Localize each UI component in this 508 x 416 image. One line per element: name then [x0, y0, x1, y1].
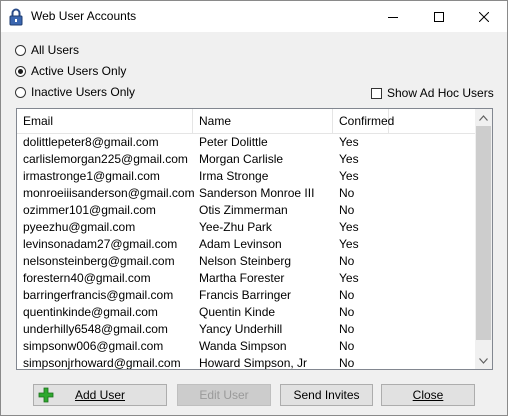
- close-button[interactable]: Close: [381, 384, 475, 406]
- email-cell: monroeiiisanderson@gmail.com: [23, 186, 195, 200]
- padlock-icon: [9, 8, 23, 26]
- table-row[interactable]: dolittlepeter8@gmail.com Peter Dolittle Ye…: [17, 134, 476, 151]
- edit-user-label: Edit User: [199, 388, 249, 402]
- email-cell: dolittlepeter8@gmail.com: [23, 135, 159, 149]
- add-user-button[interactable]: Add User: [33, 384, 167, 406]
- confirmed-cell: No: [339, 288, 355, 302]
- name-cell: Otis Zimmerman: [199, 203, 288, 217]
- scroll-thumb[interactable]: [476, 126, 491, 340]
- table-row[interactable]: barringerfrancis@gmail.com Francis Barrin…: [17, 287, 476, 304]
- checkbox-label: Show Ad Hoc Users: [387, 86, 494, 100]
- radio-circle-selected[interactable]: [15, 65, 26, 77]
- confirmed-cell: No: [339, 254, 355, 268]
- close-window-button[interactable]: [461, 1, 507, 32]
- table-row[interactable]: quentinkinde@gmail.com Quentin Kinde No: [17, 304, 476, 321]
- table-row[interactable]: underhilly6548@gmail.com Yancy Underhill N…: [17, 321, 476, 338]
- green-plus-icon: [38, 387, 54, 403]
- chevron-up-icon: [479, 114, 488, 121]
- table-row[interactable]: levinsonadam27@gmail.com Adam Levinson Yes: [17, 236, 476, 253]
- confirmed-cell: No: [339, 203, 355, 217]
- table-row[interactable]: simpsonjrhoward@gmail.com Howard Simpson,…: [17, 355, 476, 370]
- radio-circle[interactable]: [15, 86, 26, 98]
- name-cell: Quentin Kinde: [199, 305, 276, 319]
- radio-inactive-users[interactable]: Inactive Users Only: [15, 85, 135, 99]
- minimize-button[interactable]: [370, 1, 416, 32]
- name-cell: Yancy Underhill: [199, 322, 283, 336]
- column-header-confirmed[interactable]: Confirmed: [333, 109, 394, 133]
- name-cell: Francis Barringer: [199, 288, 292, 302]
- name-cell: Adam Levinson: [199, 237, 282, 251]
- close-icon: [479, 11, 489, 22]
- send-invites-button[interactable]: Send Invites: [280, 384, 373, 406]
- minimize-icon: [388, 16, 398, 18]
- email-cell: quentinkinde@gmail.com: [23, 305, 158, 319]
- add-user-label: Add User: [74, 388, 126, 402]
- email-cell: pyeezhu@gmail.com: [23, 220, 136, 234]
- radio-label: Active Users Only: [31, 64, 127, 78]
- confirmed-cell: No: [339, 339, 355, 353]
- user-accounts-list[interactable]: Email Name Confirmed dolittlepeter8@gmai…: [16, 108, 493, 370]
- maximize-icon: [434, 11, 444, 22]
- show-adhoc-checkbox[interactable]: Show Ad Hoc Users: [371, 86, 494, 100]
- list-header: Email Name Confirmed: [17, 109, 476, 134]
- confirmed-cell: Yes: [339, 169, 359, 183]
- confirmed-cell: No: [339, 322, 355, 336]
- maximize-button[interactable]: [416, 1, 462, 32]
- email-cell: simpsonjrhoward@gmail.com: [23, 356, 181, 370]
- edit-user-button[interactable]: Edit User: [177, 384, 271, 406]
- name-cell: Peter Dolittle: [199, 135, 268, 149]
- confirmed-cell: Yes: [339, 220, 359, 234]
- table-row[interactable]: pyeezhu@gmail.com Yee-Zhu Park Yes: [17, 219, 476, 236]
- name-cell: Irma Stronge: [199, 169, 269, 183]
- email-cell: carlislemorgan225@gmail.com: [23, 152, 188, 166]
- checkbox-box[interactable]: [371, 87, 382, 99]
- email-cell: nelsonsteinberg@gmail.com: [23, 254, 175, 268]
- confirmed-cell: Yes: [339, 152, 359, 166]
- send-invites-label: Send Invites: [293, 388, 360, 402]
- confirmed-cell: Yes: [339, 135, 359, 149]
- name-cell: Howard Simpson, Jr: [199, 356, 308, 370]
- name-cell: Wanda Simpson: [199, 339, 287, 353]
- window-title: Web User Accounts: [31, 9, 137, 23]
- name-cell: Nelson Steinberg: [199, 254, 292, 268]
- table-row[interactable]: carlislemorgan225@gmail.com Morgan Carlis…: [17, 151, 476, 168]
- column-header-name[interactable]: Name: [193, 109, 333, 133]
- name-cell: Yee-Zhu Park: [199, 220, 272, 234]
- email-cell: irmastronge1@gmail.com: [23, 169, 160, 183]
- radio-label: All Users: [31, 43, 80, 57]
- table-row[interactable]: simpsonw006@gmail.com Wanda Simpson No: [17, 338, 476, 355]
- confirmed-cell: Yes: [339, 271, 359, 285]
- scroll-down-button[interactable]: [475, 352, 492, 369]
- table-row[interactable]: forestern40@gmail.com Martha Forester Yes: [17, 270, 476, 287]
- email-cell: levinsonadam27@gmail.com: [23, 237, 178, 251]
- name-cell: Morgan Carlisle: [199, 152, 284, 166]
- radio-all-users[interactable]: All Users: [15, 43, 79, 57]
- name-cell: Martha Forester: [199, 271, 285, 285]
- close-label: Close: [412, 388, 444, 402]
- web-user-accounts-window: Web User Accounts All Users Active Users…: [0, 0, 508, 416]
- table-row[interactable]: ozimmer101@gmail.com Otis Zimmerman No: [17, 202, 476, 219]
- table-row[interactable]: monroeiiisanderson@gmail.com Sanderson Mo…: [17, 185, 476, 202]
- column-header-email[interactable]: Email: [17, 109, 193, 133]
- vertical-scrollbar[interactable]: [475, 109, 492, 369]
- confirmed-cell: No: [339, 186, 355, 200]
- confirmed-cell: No: [339, 356, 355, 370]
- scroll-up-button[interactable]: [475, 109, 492, 126]
- email-cell: forestern40@gmail.com: [23, 271, 151, 285]
- radio-label: Inactive Users Only: [31, 85, 136, 99]
- chevron-down-icon: [479, 357, 488, 364]
- radio-circle[interactable]: [15, 44, 26, 56]
- confirmed-cell: No: [339, 305, 355, 319]
- table-row[interactable]: nelsonsteinberg@gmail.com Nelson Steinber…: [17, 253, 476, 270]
- radio-active-users[interactable]: Active Users Only: [15, 64, 126, 78]
- email-cell: ozimmer101@gmail.com: [23, 203, 156, 217]
- list-rows: dolittlepeter8@gmail.com Peter Dolittle Ye…: [17, 134, 476, 370]
- email-cell: simpsonw006@gmail.com: [23, 339, 164, 353]
- email-cell: barringerfrancis@gmail.com: [23, 288, 174, 302]
- title-bar[interactable]: Web User Accounts: [1, 1, 507, 32]
- name-cell: Sanderson Monroe III: [199, 186, 315, 200]
- email-cell: underhilly6548@gmail.com: [23, 322, 168, 336]
- table-row[interactable]: irmastronge1@gmail.com Irma Stronge Yes: [17, 168, 476, 185]
- confirmed-cell: Yes: [339, 237, 359, 251]
